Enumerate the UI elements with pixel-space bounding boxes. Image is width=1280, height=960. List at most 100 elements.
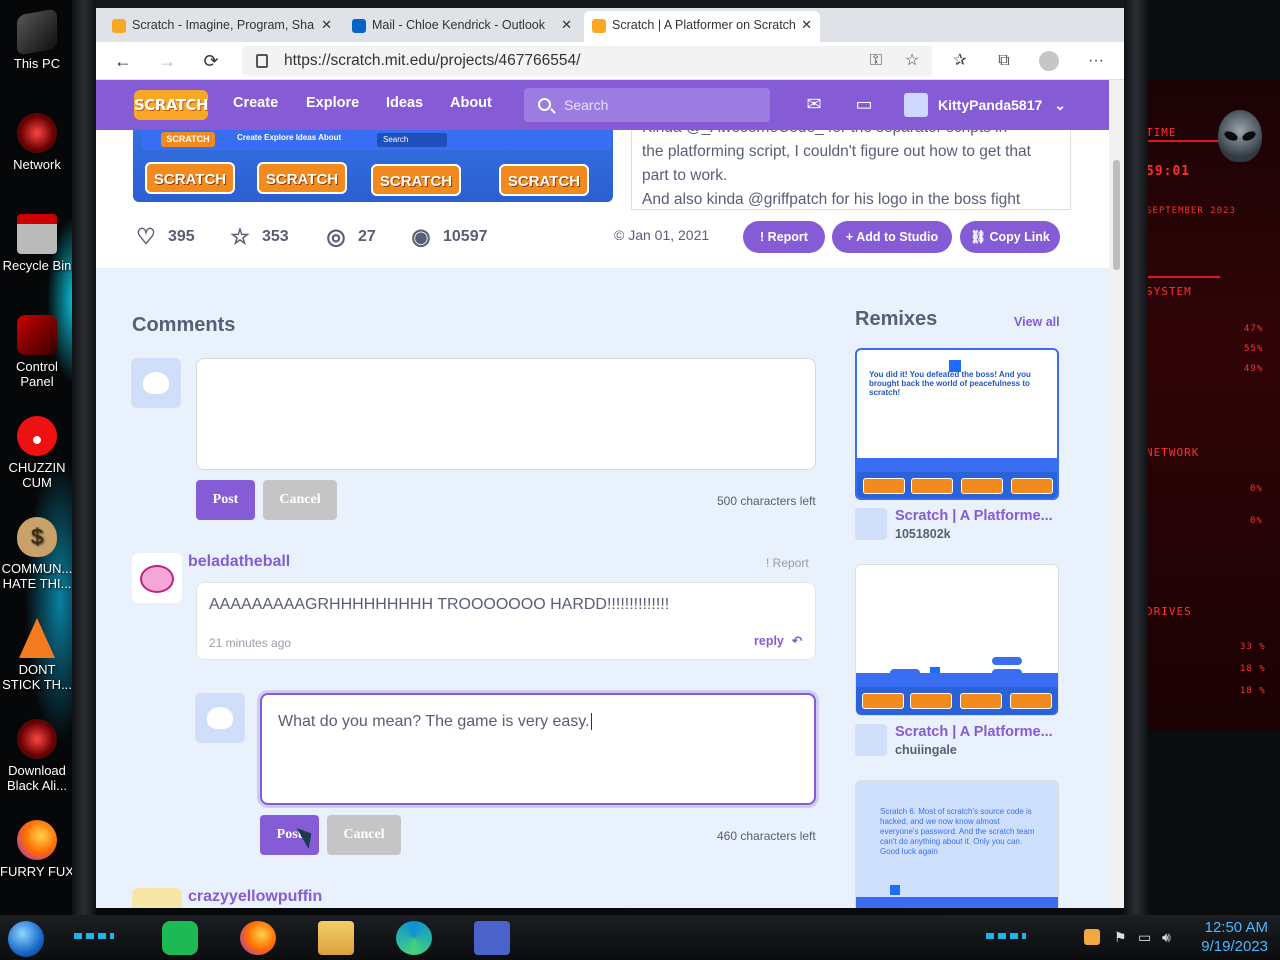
remix-title[interactable]: Scratch | A Platforme... <box>895 508 1065 524</box>
chuzzin-icon[interactable]: CHUZZIN CUM <box>0 416 74 490</box>
tab-outlook[interactable]: Mail - Chloe Kendrick - Outlook ✕ <box>344 11 580 42</box>
avatar[interactable] <box>855 724 887 756</box>
tab-scratch-platformer[interactable]: Scratch | A Platformer on Scratch ✕ <box>584 11 820 42</box>
edge-icon[interactable] <box>396 921 432 955</box>
remix-thumbnail[interactable]: You did it! You defeated the boss! And y… <box>855 348 1059 500</box>
characters-left: 500 characters left <box>717 494 816 508</box>
scrollbar-thumb[interactable] <box>1113 160 1120 270</box>
preview-logo <box>910 693 952 709</box>
comment-username[interactable]: beladatheball <box>188 553 290 571</box>
firefox-icon[interactable]: FURRY FUX <box>0 820 74 879</box>
love-count[interactable]: ♡ 395 <box>134 225 195 249</box>
messages-icon[interactable]: ✉ <box>802 94 826 114</box>
menu-icon[interactable]: ··· <box>1086 51 1106 71</box>
view-all-link[interactable]: View all <box>1014 315 1060 329</box>
close-tab-icon[interactable]: ✕ <box>561 11 572 39</box>
notes-line: And also kinda @griffpatch for his logo … <box>642 191 1021 208</box>
clock-date: 9/19/2023 <box>1201 938 1268 955</box>
project-player-preview[interactable]: SCRATCH Create Explore Ideas About Searc… <box>133 130 613 202</box>
reply-link[interactable]: reply ↶ <box>754 633 802 648</box>
project-notes: Kinda @_AwesomeCode_ for the separator s… <box>631 130 1071 210</box>
remix-author[interactable]: 1051802k <box>895 527 951 541</box>
this-pc-icon[interactable]: This PC <box>0 8 74 71</box>
copy-link-button[interactable]: ⛓ Copy Link <box>960 221 1060 253</box>
file-explorer-icon[interactable] <box>318 921 354 955</box>
alienware-download-icon[interactable]: Download Black Ali... <box>0 719 74 793</box>
remix-icon: ◎ <box>326 224 346 249</box>
notes-line: the platforming script, I couldn't figur… <box>642 143 1031 160</box>
reply-input[interactable]: What do you mean? The game is very easy. <box>260 693 816 805</box>
taskbar-clock[interactable]: 12:50 AM 9/19/2023 <box>1188 918 1268 956</box>
search-placeholder: Search <box>564 97 609 113</box>
add-to-studio-button[interactable]: + Add to Studio <box>832 221 952 253</box>
tab-title: Mail - Chloe Kendrick - Outlook <box>372 18 545 32</box>
project-page: SCRATCH Create Explore Ideas About Searc… <box>96 130 1109 908</box>
time-label: TIME <box>1146 126 1177 139</box>
flag-icon[interactable]: ⚑ <box>1114 929 1127 946</box>
eye-icon: ◉ <box>411 224 431 249</box>
favorite-count[interactable]: ☆ 353 <box>228 225 289 249</box>
back-button[interactable]: ← <box>110 48 136 74</box>
avatar[interactable] <box>132 553 182 603</box>
avatar[interactable] <box>132 888 182 908</box>
profile-icon[interactable] <box>1039 51 1059 71</box>
start-button[interactable] <box>8 921 44 957</box>
scratch-logo[interactable]: SCRATCH <box>134 90 209 120</box>
network-tray-icon[interactable]: ▭ <box>1138 929 1151 946</box>
add-favorite-icon[interactable]: ☆ <box>902 51 922 71</box>
spotify-icon[interactable] <box>162 921 198 955</box>
net-down: 0% <box>1250 516 1263 526</box>
control-panel-icon[interactable]: Control Panel <box>0 315 74 389</box>
drives-label: DRIVES <box>1146 605 1192 618</box>
comment-input[interactable] <box>196 358 816 470</box>
comment-report-link[interactable]: ! Report <box>766 556 809 570</box>
preview-mini-navbar <box>856 897 1058 908</box>
forward-button[interactable]: → <box>154 48 180 74</box>
key-icon[interactable]: ⚿ <box>866 51 886 71</box>
remix-title[interactable]: Scratch | A Platforme... <box>895 724 1065 740</box>
drive-c: 33 % <box>1240 642 1266 652</box>
reply-cancel-button[interactable]: Cancel <box>327 815 401 855</box>
recycle-bin-icon[interactable]: Recycle Bin <box>0 214 74 273</box>
close-tab-icon[interactable]: ✕ <box>801 11 812 39</box>
close-tab-icon[interactable]: ✕ <box>321 11 332 39</box>
text-cursor <box>590 713 592 730</box>
remix-author[interactable]: chuiingale <box>895 743 957 757</box>
network-icon[interactable]: Network <box>0 113 74 172</box>
preview-mini-logo: SCRATCH <box>161 132 215 147</box>
preview-mini-search: Search <box>377 133 447 147</box>
tray-app-icon[interactable] <box>1084 929 1100 945</box>
report-label: Report <box>767 230 808 244</box>
favorites-icon[interactable]: ✰ <box>950 51 970 71</box>
desktop-icon-label: CHUZZIN CUM <box>8 460 66 490</box>
nav-ideas[interactable]: Ideas <box>386 95 423 111</box>
comment-username[interactable]: crazyyellowpuffin <box>188 888 322 906</box>
clock-digits: 59:01 <box>1146 164 1191 179</box>
traffic-cone-icon[interactable]: DONT STICK TH... <box>0 618 74 692</box>
user-menu[interactable]: KittyPanda5817 ⌄ <box>904 90 1066 120</box>
firefox-taskbar-icon[interactable] <box>240 921 276 955</box>
report-button[interactable]: ! Report <box>743 221 825 253</box>
tab-scratch-home[interactable]: Scratch - Imagine, Program, Sha ✕ <box>104 11 340 42</box>
window-app-icon[interactable] <box>474 921 510 955</box>
scratch-favicon-icon <box>592 19 606 33</box>
post-button[interactable]: Post <box>196 480 255 520</box>
nav-about[interactable]: About <box>450 95 492 111</box>
cancel-button[interactable]: Cancel <box>263 480 337 520</box>
money-bag-icon[interactable]: $ COMMUN... HATE THI... <box>0 517 74 591</box>
volume-icon[interactable]: 🔊︎ <box>1162 929 1171 946</box>
collections-icon[interactable]: ⧉ <box>994 51 1014 71</box>
page-scrollbar[interactable] <box>1109 80 1124 908</box>
avatar[interactable] <box>855 508 887 540</box>
remix-thumbnail[interactable]: Scratch 6. Most of scratch's source code… <box>855 780 1059 908</box>
nav-create[interactable]: Create <box>233 95 278 111</box>
search-input[interactable]: Search <box>524 88 770 122</box>
url-field[interactable]: https://scratch.mit.edu/projects/4677665… <box>242 46 932 76</box>
nav-explore[interactable]: Explore <box>306 95 359 111</box>
refresh-button[interactable]: ⟳ <box>198 48 224 74</box>
remix-thumbnail[interactable] <box>855 564 1059 716</box>
my-stuff-icon[interactable]: ▭ <box>852 94 876 114</box>
preview-logo <box>911 478 953 494</box>
desktop-icon-label: Control Panel <box>16 359 58 389</box>
taskbar-decoration <box>74 933 114 939</box>
